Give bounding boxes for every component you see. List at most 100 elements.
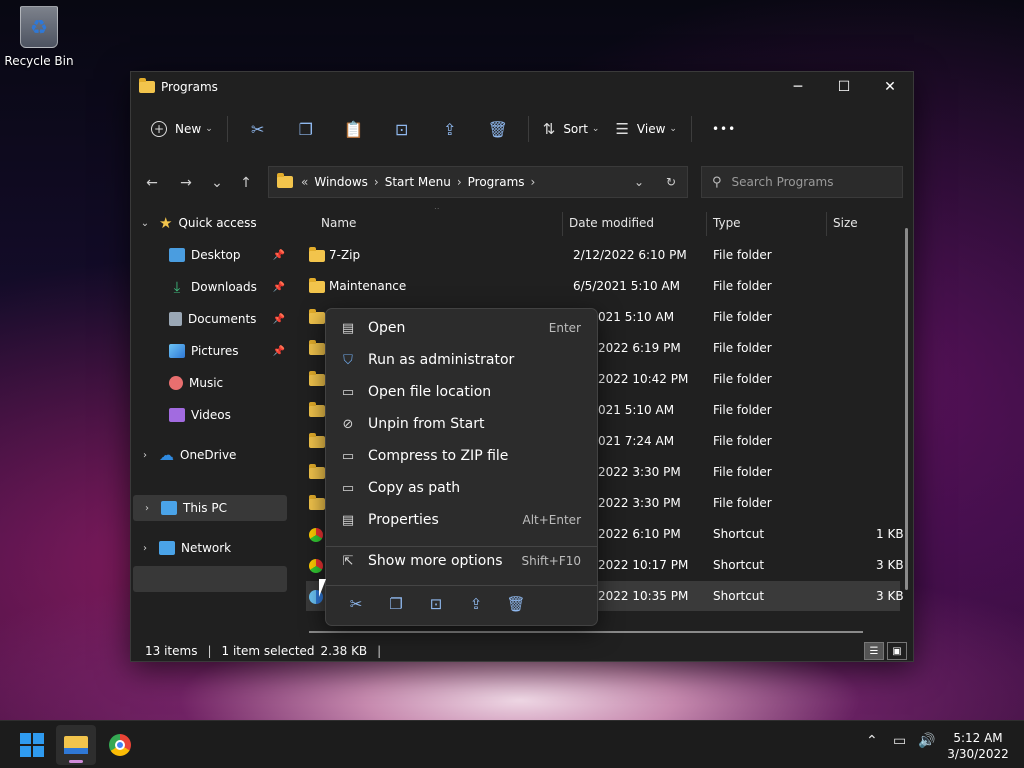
menu-item-label: Copy as path — [368, 480, 461, 496]
copy-icon[interactable]: ❐ — [282, 113, 330, 145]
title-bar[interactable]: Programs ─ ☐ ✕ — [131, 72, 913, 102]
show-hidden-icons-chevron-icon[interactable]: ⌃ — [866, 733, 878, 749]
folder-icon — [309, 278, 325, 293]
breadcrumb-separator[interactable]: › — [374, 175, 379, 189]
address-bar[interactable]: « Windows › Start Menu › Programs › ⌄ ↻ — [268, 166, 688, 198]
sidebar-item-downloads[interactable]: ⤓ Downloads 📌 — [131, 274, 289, 300]
table-row[interactable]: 7-Zip 2/12/2022 6:10 PM File folder — [306, 240, 900, 270]
menu-item-show-more-options[interactable]: ⇱ Show more options Shift+F10 — [330, 546, 595, 576]
breadcrumb-windows[interactable]: Windows — [314, 175, 368, 189]
refresh-icon[interactable]: ↻ — [655, 175, 687, 189]
chevron-right-icon[interactable]: › — [139, 450, 151, 461]
column-divider[interactable] — [706, 212, 707, 236]
details-view-icon[interactable]: ☰ — [864, 642, 884, 660]
file-date: 021 5:10 AM — [598, 403, 675, 417]
cut-icon[interactable]: ✂ — [234, 113, 282, 145]
taskbar-file-explorer[interactable] — [56, 725, 96, 765]
sidebar-item-quick-access[interactable]: ⌄ ★ Quick access — [131, 210, 281, 236]
rename-icon[interactable]: ⊡ — [416, 589, 456, 619]
menu-item-unpin-from-start[interactable]: ⊘ Unpin from Start — [330, 409, 595, 439]
sidebar-item-onedrive[interactable]: › ☁ OneDrive — [131, 442, 281, 468]
vertical-scrollbar[interactable] — [905, 228, 908, 590]
share-icon[interactable]: ⇪ — [456, 589, 496, 619]
folder-icon — [309, 309, 325, 324]
recycle-bin-desktop-icon[interactable]: Recycle Bin — [4, 6, 74, 68]
folder-icon — [309, 402, 325, 417]
zip-icon: ▭ — [341, 448, 355, 464]
recycle-bin-icon — [20, 6, 58, 48]
close-button[interactable]: ✕ — [867, 72, 913, 102]
properties-icon: ▤ — [341, 512, 355, 528]
search-input[interactable] — [731, 175, 882, 189]
network-status-icon[interactable]: ▭ — [893, 733, 906, 749]
column-header-type[interactable]: Type — [713, 208, 741, 238]
sidebar-item-music[interactable]: Music — [131, 370, 289, 396]
share-icon[interactable]: ⇪ — [426, 113, 474, 145]
breadcrumb-programs[interactable]: Programs — [468, 175, 525, 189]
forward-arrow-icon[interactable]: → — [173, 170, 199, 196]
more-options-icon: ⇱ — [342, 553, 354, 569]
delete-icon[interactable]: 🗑 — [474, 113, 522, 145]
pin-icon: 📌 — [272, 313, 285, 325]
clock-time: 5:12 AM — [953, 731, 1003, 745]
back-arrow-icon[interactable]: ← — [139, 170, 165, 196]
new-button[interactable]: + New ⌄ — [145, 113, 221, 145]
copy-icon[interactable]: ❐ — [376, 589, 416, 619]
pin-icon: 📌 — [272, 345, 285, 357]
context-menu-quick-actions: ✂ ❐ ⊡ ⇪ 🗑 — [336, 589, 536, 619]
windows-logo-icon — [20, 733, 44, 757]
view-button[interactable]: ☰ View ⌄ — [607, 113, 684, 145]
menu-item-open-file-location[interactable]: ▭ Open file location — [330, 377, 595, 407]
menu-item-label: Properties — [368, 512, 439, 528]
table-row[interactable]: Maintenance 6/5/2021 5:10 AM File folder — [306, 271, 900, 301]
sidebar-item-videos[interactable]: Videos — [131, 402, 289, 428]
navigation-pane: ⌄ ★ Quick access Desktop 📌 ⤓ Downloads 📌… — [131, 208, 289, 638]
sidebar-item-this-pc[interactable]: › This PC — [133, 495, 287, 521]
breadcrumb-overflow[interactable]: « — [301, 175, 308, 189]
sidebar-item-pictures[interactable]: Pictures 📌 — [131, 338, 289, 364]
taskbar-chrome[interactable] — [100, 725, 140, 765]
column-header-date-modified[interactable]: Date modified — [569, 208, 654, 238]
menu-item-properties[interactable]: ▤ Properties Alt+Enter — [330, 505, 595, 535]
recent-locations-chevron-icon[interactable]: ⌄ — [204, 170, 230, 196]
up-arrow-icon[interactable]: ↑ — [233, 170, 259, 196]
breadcrumb-start-menu[interactable]: Start Menu — [385, 175, 451, 189]
menu-item-compress-to-zip[interactable]: ▭ Compress to ZIP file — [330, 441, 595, 471]
folder-icon — [309, 371, 325, 386]
more-options-button[interactable]: ••• — [698, 113, 750, 145]
start-button[interactable] — [12, 725, 52, 765]
system-clock[interactable]: 5:12 AM 3/30/2022 — [940, 730, 1016, 762]
menu-item-run-as-administrator[interactable]: ⛉ Run as administrator — [330, 345, 595, 375]
chevron-down-icon[interactable]: ⌄ — [139, 218, 151, 229]
chevron-right-icon[interactable]: › — [139, 543, 151, 554]
file-type: File folder — [713, 372, 772, 386]
breadcrumb-separator[interactable]: › — [531, 175, 536, 189]
sidebar-item-desktop[interactable]: Desktop 📌 — [131, 242, 289, 268]
sort-button[interactable]: ⇅ Sort ⌄ — [535, 113, 608, 145]
address-history-chevron-icon[interactable]: ⌄ — [623, 175, 655, 189]
search-box[interactable]: ⚲ — [701, 166, 903, 198]
rename-icon[interactable]: ⊡ — [378, 113, 426, 145]
large-icons-view-icon[interactable]: ▣ — [887, 642, 907, 660]
breadcrumb-separator[interactable]: › — [457, 175, 462, 189]
menu-item-label: Open file location — [368, 384, 492, 400]
chevron-right-icon[interactable]: › — [141, 503, 153, 514]
minimize-button[interactable]: ─ — [775, 72, 821, 102]
delete-icon[interactable]: 🗑 — [496, 589, 536, 619]
maximize-button[interactable]: ☐ — [821, 72, 867, 102]
menu-item-copy-as-path[interactable]: ▭ Copy as path — [330, 473, 595, 503]
column-header-name[interactable]: Name — [321, 208, 356, 238]
column-header-size[interactable]: Size — [833, 208, 858, 238]
folder-icon — [309, 247, 325, 262]
file-name: Maintenance — [329, 279, 407, 293]
column-divider[interactable] — [826, 212, 827, 236]
cut-icon[interactable]: ✂ — [336, 589, 376, 619]
sidebar-item-network[interactable]: › Network — [131, 535, 281, 561]
column-divider[interactable] — [562, 212, 563, 236]
volume-icon[interactable]: 🔊 — [918, 733, 935, 749]
paste-icon[interactable]: 📋 — [330, 113, 378, 145]
horizontal-scrollbar[interactable] — [309, 631, 863, 633]
sidebar-item-documents[interactable]: Documents 📌 — [131, 306, 289, 332]
menu-item-open[interactable]: ▤ Open Enter — [330, 313, 595, 343]
sidebar-item-label: Quick access — [178, 216, 257, 230]
